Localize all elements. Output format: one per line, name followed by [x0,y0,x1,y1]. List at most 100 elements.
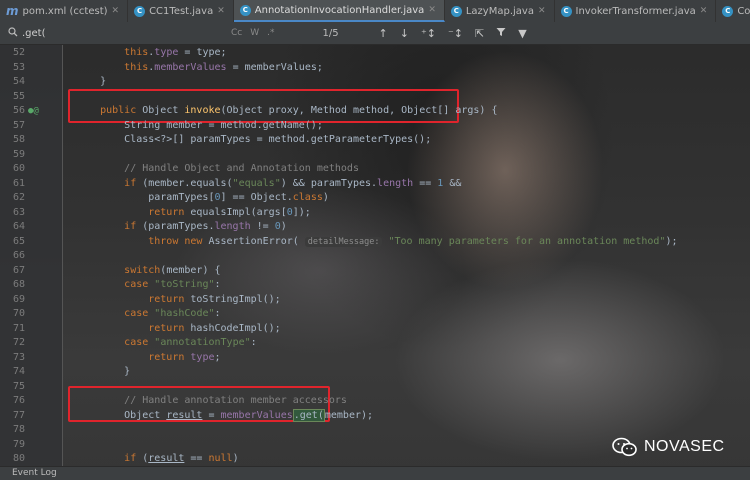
line-number: 68 [12,279,25,290]
remove-selection-icon[interactable]: ⁻↕ [448,27,463,40]
line-number: 61 [12,177,25,189]
code-line: 68 case "toString": [0,278,750,293]
previous-occurrence-icon[interactable]: ↑ [379,27,388,40]
implements-method-icon[interactable]: ●@ [28,104,39,119]
close-icon[interactable]: ✕ [428,5,436,15]
match-case-toggle[interactable]: Cc [231,28,242,38]
tab-5[interactable]: CConstantTransformer.java✕ [716,0,750,22]
filter-icon[interactable] [496,27,506,40]
code-line: 64 if (paramTypes.length != 0) [0,220,750,235]
code-line: 75 [0,380,750,395]
class-icon: C [239,4,251,16]
line-number: 59 [12,148,25,160]
code-editor[interactable]: 52 this.type = type; 53 this.memberValues… [0,44,750,479]
add-selection-icon[interactable]: ⁺↕ [421,27,436,40]
words-toggle[interactable]: W [250,28,259,38]
code-text: return toStringImpl(); [148,293,281,305]
line-number: 62 [12,192,25,203]
code-line: 76 // Handle annotation member accessors [0,394,750,409]
code-line: 53 this.memberValues = memberValues; [0,61,750,76]
line-number: 64 [12,221,25,232]
code-text: throw new AssertionError( detailMessage:… [148,235,678,247]
find-input[interactable]: .get( [22,28,46,39]
line-number: 70 [12,308,25,319]
code-line: 58 Class<?>[] paramTypes = method.getPar… [0,133,750,148]
code-line: 63 return equalsImpl(args[0]); [0,206,750,221]
line-number: 75 [12,380,25,392]
class-icon: C [450,5,462,17]
line-number: 74 [12,366,25,377]
find-search[interactable]: .get( [0,26,213,40]
line-number: 73 [12,351,25,363]
code-text: Class<?>[] paramTypes = method.getParame… [76,134,432,145]
line-number: 60 [12,163,25,174]
code-line: 66 [0,249,750,264]
code-text: case "toString": [124,279,221,290]
maven-icon: m [6,3,19,18]
find-options: Cc W .* [231,28,275,38]
select-all-occurrences-icon[interactable]: ⇱ [475,27,484,40]
line-number: 67 [12,264,25,276]
match-count: 1/5 [322,27,339,39]
close-icon[interactable]: ✕ [112,6,120,16]
code-line: 56 ●@ public Object invoke(Object proxy, … [0,104,750,119]
code-text: // Handle annotation member accessors [124,395,347,406]
tab-3[interactable]: C LazyMap.java ✕ [445,0,555,22]
watermark-text: NOVASEC [644,438,725,455]
line-number: 80 [12,453,25,464]
tab-label: ConstantTransformer.java [737,5,750,17]
tab-label: LazyMap.java [465,5,534,17]
next-occurrence-icon[interactable]: ↓ [400,27,409,40]
code-text: // Handle Object and Annotation methods [124,163,359,174]
code-text: if (result == null) [124,453,239,464]
code-text: if (member.equals("equals") && paramType… [124,177,462,189]
code-line: 73 return type; [0,351,750,366]
tab-label: AnnotationInvocationHandler.java [254,4,425,16]
line-number: 71 [12,322,25,334]
event-log-button[interactable]: Event Log [12,468,57,478]
tab-label: InvokerTransformer.java [575,5,696,17]
close-icon[interactable]: ✕ [217,6,225,16]
code-text: case "annotationType": [124,337,257,348]
regex-toggle[interactable]: .* [267,28,274,38]
funnel-icon[interactable]: ▼ [518,27,526,40]
search-icon [8,26,18,40]
code-line: 57 String member = method.getName(); [0,119,750,134]
close-icon[interactable]: ✕ [700,6,708,16]
code-text: case "hashCode": [124,308,221,319]
status-bar: Event Log [0,466,750,480]
line-number: 79 [12,438,25,450]
find-toolbar: ↑ ↓ ⁺↕ ⁻↕ ⇱ ▼ [379,27,527,40]
line-number: 52 [12,47,25,58]
class-icon: C [560,5,572,17]
class-icon: C [722,5,734,17]
code-text: switch(member) { [124,264,221,276]
code-line: 72 case "annotationType": [0,336,750,351]
code-line: 62 paramTypes[0] == Object.class) [0,191,750,206]
tab-0[interactable]: m pom.xml (cctest) ✕ [0,0,129,22]
line-number: 65 [12,235,25,247]
tab-1[interactable]: C CC1Test.java ✕ [128,0,234,22]
close-icon[interactable]: ✕ [538,6,546,16]
code-text: this.memberValues = memberValues; [124,61,323,73]
line-number: 72 [12,337,25,348]
code-line: 67 switch(member) { [0,264,750,279]
code-text: return type; [148,351,221,363]
code-line: 71 return hashCodeImpl(); [0,322,750,337]
line-number: 76 [12,395,25,406]
code-line: 69 return toStringImpl(); [0,293,750,308]
watermark: NOVASEC [612,437,725,457]
code-text: String member = method.getName(); [76,119,323,131]
code-text: public Object invoke(Object proxy, Metho… [100,105,498,116]
line-number: 66 [12,250,25,261]
tab-2[interactable]: C AnnotationInvocationHandler.java ✕ [233,0,445,22]
tab-4[interactable]: C InvokerTransformer.java ✕ [555,0,717,22]
code-line: 77 Object result = memberValues.get(memb… [0,408,750,424]
code-line: 65 throw new AssertionError( detailMessa… [0,235,750,250]
code-line: 60 // Handle Object and Annotation metho… [0,162,750,177]
class-icon: C [134,5,146,17]
line-number: 56 [12,105,25,116]
code-text: this.type = type; [124,47,227,58]
code-text: Object result = memberValues.get(member)… [76,408,374,422]
tab-label: CC1Test.java [149,5,214,17]
